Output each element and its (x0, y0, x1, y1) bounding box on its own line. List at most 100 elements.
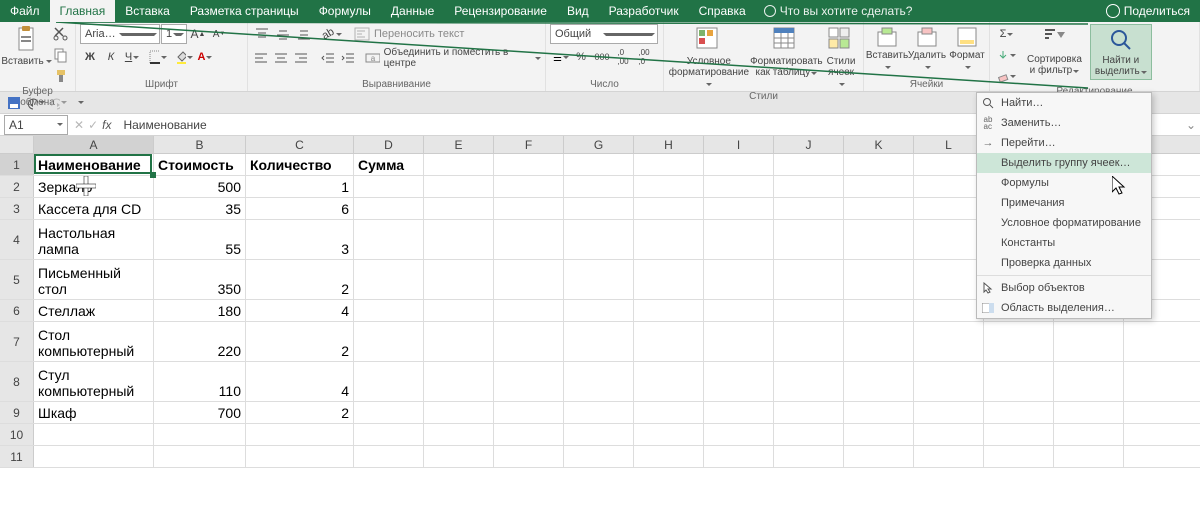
font-color-button[interactable]: A (195, 47, 215, 67)
format-cells-button[interactable]: Формат (948, 24, 986, 74)
cell-L8[interactable] (914, 362, 984, 401)
menu-item-3[interactable]: Выделить группу ячеек… (977, 153, 1151, 173)
col-header-B[interactable]: B (154, 136, 246, 153)
cell-F9[interactable] (494, 402, 564, 423)
cell-J5[interactable] (774, 260, 844, 299)
cell-J1[interactable] (774, 154, 844, 175)
tab-developer[interactable]: Разработчик (599, 0, 689, 22)
cell-J2[interactable] (774, 176, 844, 197)
cell-J4[interactable] (774, 220, 844, 259)
cell-F4[interactable] (494, 220, 564, 259)
col-header-I[interactable]: I (704, 136, 774, 153)
align-center-button[interactable] (272, 48, 291, 68)
col-header-L[interactable]: L (914, 136, 984, 153)
tab-review[interactable]: Рецензирование (444, 0, 557, 22)
format-painter-button[interactable] (51, 66, 71, 86)
delete-cells-button[interactable]: Удалить (908, 24, 946, 74)
cell-H11[interactable] (634, 446, 704, 467)
wrap-text-button[interactable]: Переносить текст (354, 27, 464, 41)
cell-E8[interactable] (424, 362, 494, 401)
cell-K7[interactable] (844, 322, 914, 361)
cell-F10[interactable] (494, 424, 564, 445)
cell-B1[interactable]: Стоимость (154, 154, 246, 175)
font-name-combo[interactable]: Arial Cyr (80, 24, 160, 44)
cell-L1[interactable] (914, 154, 984, 175)
cell-K9[interactable] (844, 402, 914, 423)
cell-I6[interactable] (704, 300, 774, 321)
cell-C8[interactable]: 4 (246, 362, 354, 401)
conditional-formatting-button[interactable]: Условное форматирование (668, 24, 750, 91)
cell-N9[interactable] (1054, 402, 1124, 423)
cell-K8[interactable] (844, 362, 914, 401)
fill-button[interactable] (994, 45, 1019, 65)
cell-D8[interactable] (354, 362, 424, 401)
cell-D1[interactable]: Сумма (354, 154, 424, 175)
cell-I11[interactable] (704, 446, 774, 467)
cell-G5[interactable] (564, 260, 634, 299)
cell-H10[interactable] (634, 424, 704, 445)
cell-A4[interactable]: Настольная лампа (34, 220, 154, 259)
cell-E2[interactable] (424, 176, 494, 197)
cell-D10[interactable] (354, 424, 424, 445)
row-header-3[interactable]: 3 (0, 198, 34, 219)
tab-insert[interactable]: Вставка (115, 0, 180, 22)
cell-L2[interactable] (914, 176, 984, 197)
cell-L4[interactable] (914, 220, 984, 259)
cell-F8[interactable] (494, 362, 564, 401)
cell-A9[interactable]: Шкаф (34, 402, 154, 423)
cell-B8[interactable]: 110 (154, 362, 246, 401)
merge-center-button[interactable]: aОбъединить и поместить в центре (365, 47, 541, 69)
cell-B2[interactable]: 500 (154, 176, 246, 197)
cell-B3[interactable]: 35 (154, 198, 246, 219)
cell-H9[interactable] (634, 402, 704, 423)
tell-me[interactable]: Что вы хотите сделать? (764, 4, 913, 18)
cell-C3[interactable]: 6 (246, 198, 354, 219)
cell-A3[interactable]: Кассета для CD (34, 198, 154, 219)
cell-D6[interactable] (354, 300, 424, 321)
cell-J8[interactable] (774, 362, 844, 401)
qat-customize-button[interactable] (70, 93, 90, 113)
menu-item-1[interactable]: abacЗаменить… (977, 113, 1151, 133)
menu-item-2[interactable]: →Перейти… (977, 133, 1151, 153)
col-header-G[interactable]: G (564, 136, 634, 153)
copy-button[interactable] (51, 45, 71, 65)
cell-A7[interactable]: Стол компьютерный (34, 322, 154, 361)
cell-D7[interactable] (354, 322, 424, 361)
cell-I1[interactable] (704, 154, 774, 175)
underline-button[interactable]: Ч (122, 47, 142, 67)
align-left-button[interactable] (252, 48, 271, 68)
row-header-7[interactable]: 7 (0, 322, 34, 361)
border-button[interactable] (148, 47, 168, 67)
cell-J11[interactable] (774, 446, 844, 467)
tab-home[interactable]: Главная (50, 0, 116, 22)
cell-D2[interactable] (354, 176, 424, 197)
cell-A6[interactable]: Стеллаж (34, 300, 154, 321)
align-bottom-button[interactable] (294, 24, 314, 44)
cell-A5[interactable]: Письменный стол (34, 260, 154, 299)
decrease-indent-button[interactable] (318, 48, 337, 68)
cell-L11[interactable] (914, 446, 984, 467)
fx-button[interactable]: fx (102, 118, 111, 132)
cell-G9[interactable] (564, 402, 634, 423)
currency-button[interactable]: ☰ (550, 47, 570, 67)
comma-button[interactable]: 000 (592, 47, 612, 67)
insert-cells-button[interactable]: Вставить (868, 24, 906, 74)
menu-item-10[interactable]: Область выделения… (977, 298, 1151, 318)
cell-I2[interactable] (704, 176, 774, 197)
cell-B9[interactable]: 700 (154, 402, 246, 423)
col-header-C[interactable]: C (246, 136, 354, 153)
tab-page-layout[interactable]: Разметка страницы (180, 0, 309, 22)
menu-item-6[interactable]: Условное форматирование (977, 213, 1151, 233)
menu-item-8[interactable]: Проверка данных (977, 253, 1151, 273)
cell-K11[interactable] (844, 446, 914, 467)
cell-C5[interactable]: 2 (246, 260, 354, 299)
cell-H5[interactable] (634, 260, 704, 299)
cell-I9[interactable] (704, 402, 774, 423)
enter-formula-button[interactable]: ✓ (88, 118, 98, 132)
expand-formula-button[interactable]: ⌄ (1182, 118, 1200, 132)
cell-B11[interactable] (154, 446, 246, 467)
fill-color-button[interactable] (174, 47, 194, 67)
cell-E9[interactable] (424, 402, 494, 423)
orientation-button[interactable]: ab (322, 24, 342, 44)
col-header-H[interactable]: H (634, 136, 704, 153)
